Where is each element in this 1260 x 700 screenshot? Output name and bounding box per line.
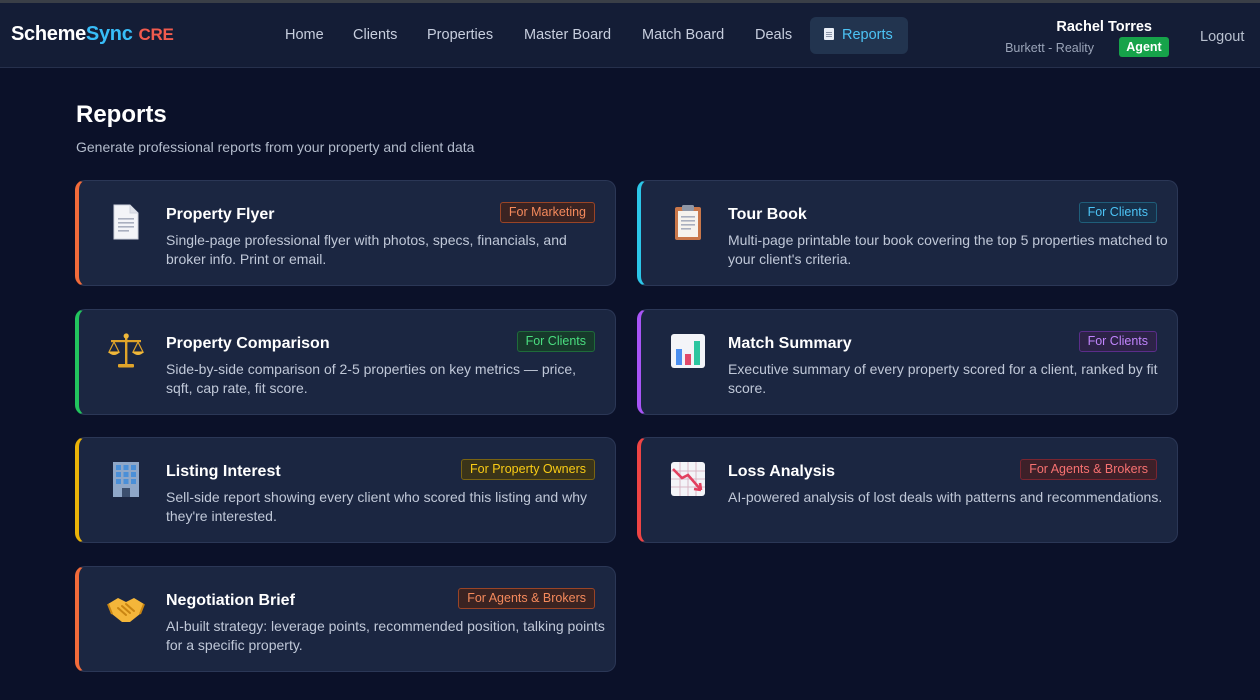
- audience-badge: For Property Owners: [460, 459, 595, 480]
- user-org: Burkett - Reality: [1005, 41, 1094, 55]
- report-card-property-comparison[interactable]: Property Comparison For Clients Side-by-…: [75, 309, 616, 415]
- nav-home[interactable]: Home: [285, 17, 324, 54]
- card-title: Property Comparison: [166, 335, 330, 352]
- brand-name-part2: Sync: [85, 23, 133, 45]
- scales-icon: [106, 331, 146, 371]
- card-title: Property Flyer: [166, 206, 275, 223]
- building-icon: [106, 459, 146, 499]
- document-icon: [824, 28, 834, 40]
- report-card-listing-interest[interactable]: Listing Interest For Property Owners Sel…: [75, 437, 616, 543]
- report-card-match-summary[interactable]: Match Summary For Clients Executive summ…: [637, 309, 1178, 415]
- report-card-negotiation-brief[interactable]: Negotiation Brief For Agents & Brokers A…: [75, 566, 616, 672]
- brand-logo[interactable]: SchemeSync CRE: [11, 23, 174, 46]
- brand-suffix: CRE: [138, 25, 174, 44]
- page-icon: [106, 202, 146, 242]
- page-subtitle: Generate professional reports from your …: [76, 139, 475, 155]
- clipboard-icon: [668, 202, 708, 242]
- audience-badge: For Agents & Brokers: [1020, 459, 1157, 480]
- card-description: AI-built strategy: leverage points, reco…: [166, 618, 605, 653]
- card-description: Sell-side report showing every client wh…: [166, 489, 587, 524]
- card-title: Tour Book: [728, 206, 807, 223]
- card-title: Listing Interest: [166, 463, 281, 480]
- page-title: Reports: [76, 101, 167, 128]
- report-card-tour-book[interactable]: Tour Book For Clients Multi-page printab…: [637, 180, 1178, 286]
- top-navbar: SchemeSync CRE Home Clients Properties Ma…: [0, 0, 1260, 68]
- nav-master-board[interactable]: Master Board: [524, 17, 611, 54]
- card-description: Single-page professional flyer with phot…: [166, 232, 567, 267]
- card-description: Multi-page printable tour book covering …: [728, 232, 1168, 267]
- card-description: Side-by-side comparison of 2-5 propertie…: [166, 361, 577, 396]
- audience-badge: For Clients: [1078, 202, 1157, 223]
- report-card-loss-analysis[interactable]: Loss Analysis For Agents & Brokers AI-po…: [637, 437, 1178, 543]
- user-name: Rachel Torres: [1056, 19, 1152, 35]
- nav-match-board[interactable]: Match Board: [642, 17, 724, 54]
- audience-badge: For Clients: [1078, 331, 1157, 352]
- audience-badge: For Agents & Brokers: [458, 588, 595, 609]
- brand-name-part1: Scheme: [11, 23, 86, 45]
- card-title: Loss Analysis: [728, 463, 836, 480]
- bar-chart-icon: [668, 331, 708, 371]
- card-title: Match Summary: [728, 335, 852, 352]
- card-title: Negotiation Brief: [166, 592, 295, 609]
- nav-properties[interactable]: Properties: [427, 17, 493, 54]
- role-badge: Agent: [1119, 37, 1169, 57]
- audience-badge: For Marketing: [499, 202, 595, 223]
- card-description: Executive summary of every property scor…: [728, 361, 1158, 396]
- trend-down-icon: [668, 459, 708, 499]
- report-card-property-flyer[interactable]: Property Flyer For Marketing Single-page…: [75, 180, 616, 286]
- audience-badge: For Clients: [516, 331, 595, 352]
- nav-deals[interactable]: Deals: [755, 17, 792, 54]
- logout-link[interactable]: Logout: [1200, 29, 1244, 45]
- card-description: AI-powered analysis of lost deals with p…: [728, 489, 1163, 505]
- nav-reports-label: Reports: [842, 27, 893, 43]
- handshake-icon: [106, 588, 146, 628]
- nav-reports[interactable]: Reports: [810, 17, 908, 54]
- nav-clients[interactable]: Clients: [353, 17, 397, 54]
